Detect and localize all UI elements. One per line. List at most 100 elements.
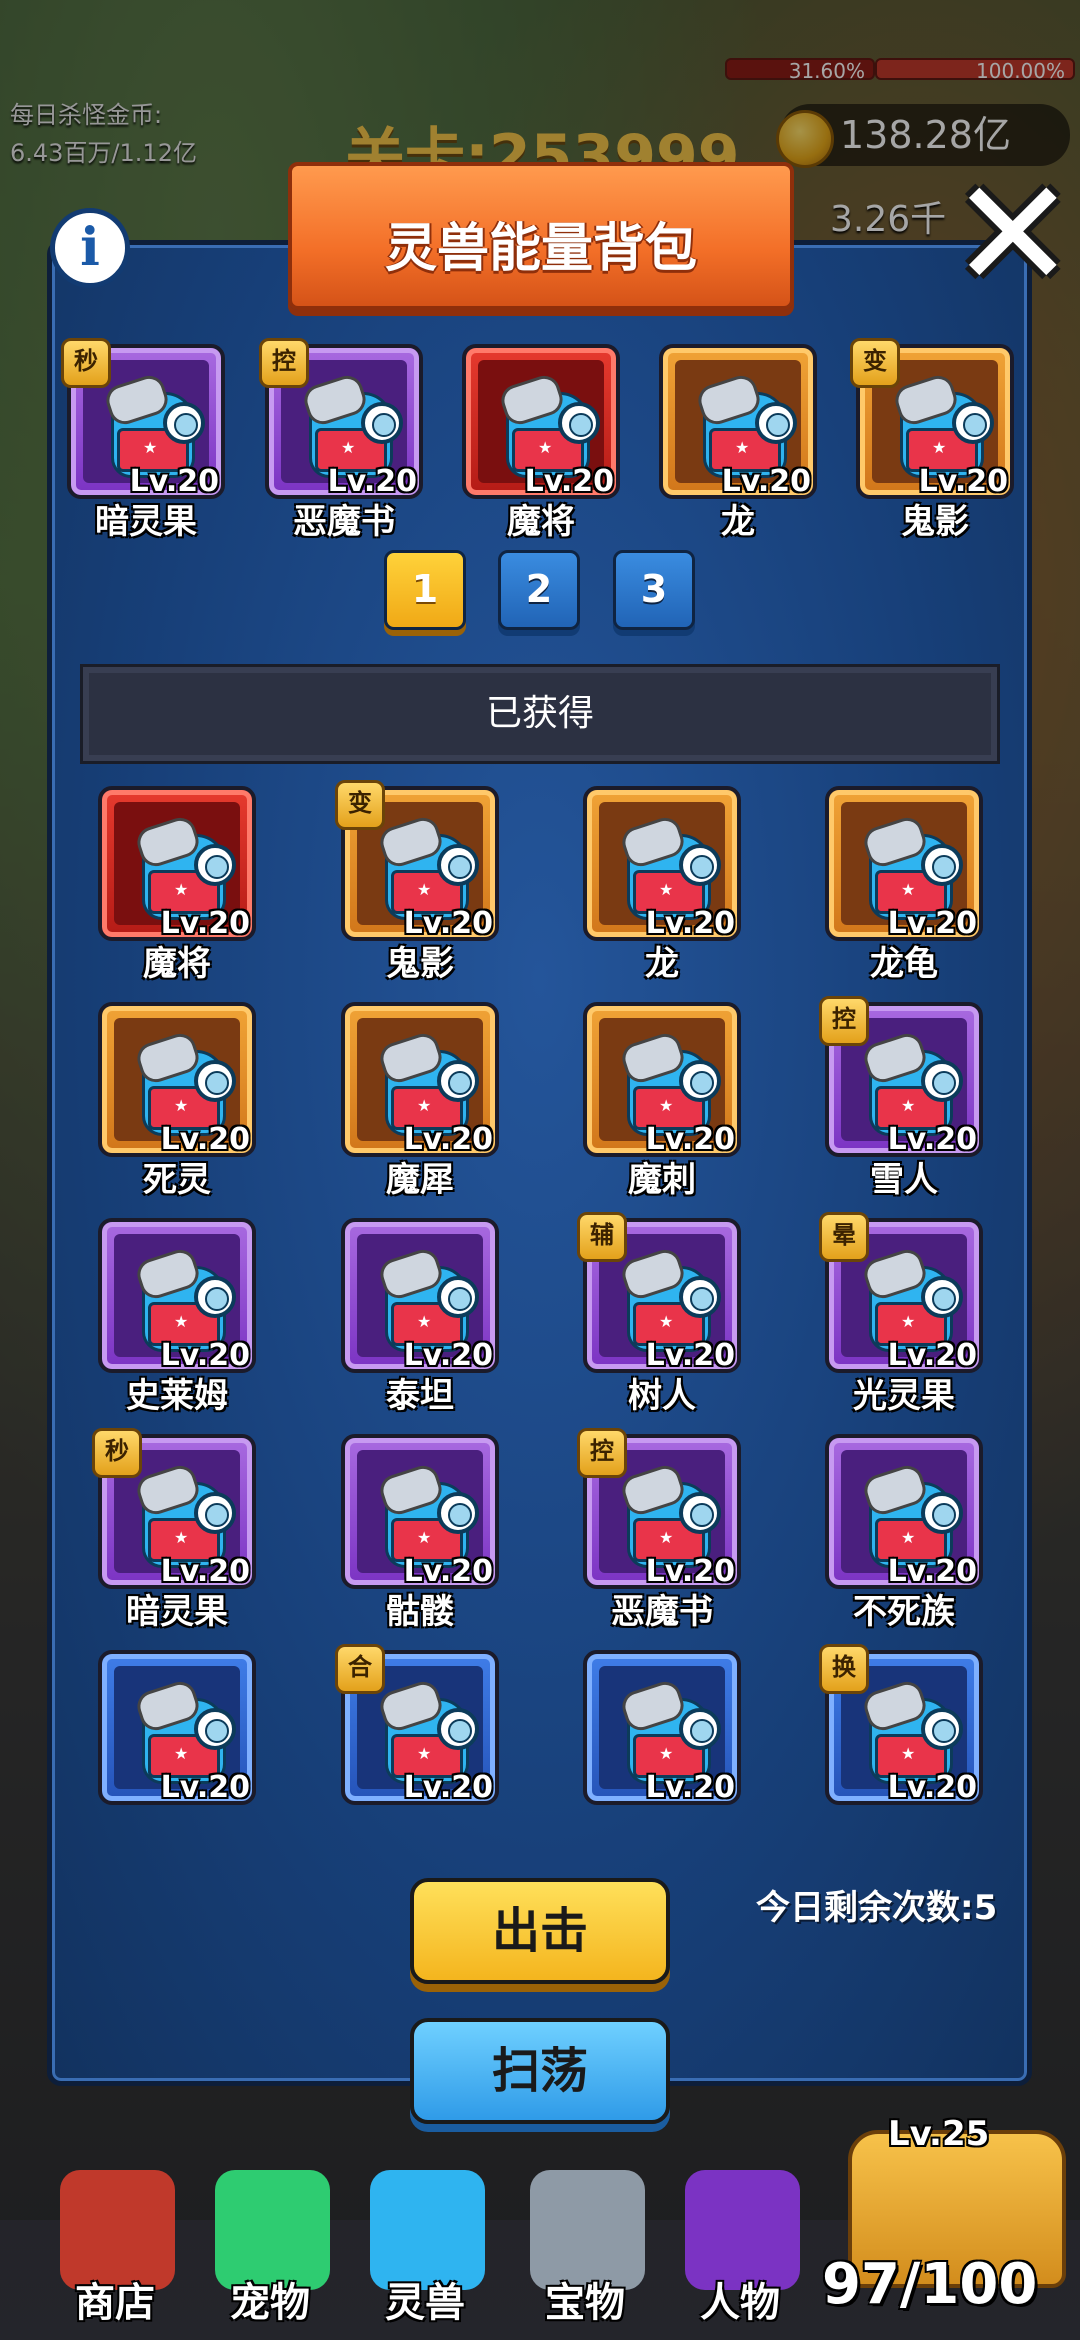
- obtained-beast-name: 光灵果: [853, 1376, 955, 1416]
- obtained-beast-card[interactable]: ★ Lv.20 合: [335, 1644, 499, 1805]
- star-icon: ★: [659, 1312, 674, 1331]
- title-banner: 灵兽能量背包: [288, 162, 794, 310]
- obtained-beast-name: 鬼影: [386, 944, 454, 984]
- obtained-beasts-grid[interactable]: ★ Lv.20 魔将 ★ Lv.20 变鬼影 ★ Lv.20 龙 ★ Lv.20 龙龟 ★ Lv.20 死灵…: [60, 780, 1020, 1810]
- obtained-beast-card[interactable]: ★ Lv.20: [98, 786, 256, 941]
- obtained-beast-card[interactable]: ★ Lv.20 变: [335, 780, 499, 941]
- equipped-beast-card[interactable]: ★ Lv.20 变: [850, 338, 1014, 499]
- obtained-beast-card[interactable]: ★ Lv.20: [341, 1218, 499, 1373]
- eye-icon: [194, 844, 236, 886]
- level-label: Lv.20: [160, 1770, 250, 1805]
- skill-badge: 晕: [819, 1212, 869, 1262]
- star-icon: ★: [901, 880, 916, 899]
- treasure-chest-button[interactable]: Lv.25 97/100: [822, 2100, 1068, 2340]
- nav-spirit-beast[interactable]: 灵兽: [350, 2160, 500, 2340]
- eye-icon: [361, 402, 403, 444]
- equipped-beast-card[interactable]: ★ Lv.20 秒: [61, 338, 225, 499]
- chest-level: Lv.25: [888, 2114, 990, 2154]
- equipped-beast-card[interactable]: ★ Lv.20: [659, 344, 817, 499]
- eye-icon: [437, 844, 479, 886]
- eye-icon: [679, 1492, 721, 1534]
- remaining-attempts: 今日剩余次数:5: [756, 1888, 998, 1928]
- eye-icon: [194, 1492, 236, 1534]
- eye-icon: [558, 402, 600, 444]
- skill-badge: 变: [335, 780, 385, 830]
- eye-icon: [921, 844, 963, 886]
- eye-icon: [437, 1060, 479, 1102]
- obtained-beast-name: 泰坦: [386, 1376, 454, 1416]
- obtained-beast-card[interactable]: ★ Lv.20: [583, 1002, 741, 1157]
- obtained-label: 已获得: [485, 693, 594, 734]
- obtained-beast-card[interactable]: ★ Lv.20 换: [819, 1644, 983, 1805]
- skill-badge: 辅: [577, 1212, 627, 1262]
- obtained-header: 已获得: [80, 664, 1000, 764]
- eye-icon: [194, 1708, 236, 1750]
- equipped-beast-name: 龙: [721, 502, 755, 542]
- star-icon: ★: [735, 438, 750, 457]
- page-button-3[interactable]: 3: [613, 550, 695, 630]
- obtained-beast-card[interactable]: ★ Lv.20 控: [577, 1428, 741, 1589]
- nav-character-book[interactable]: 人物: [665, 2160, 815, 2340]
- obtained-beast-name: 不死族: [853, 1592, 955, 1632]
- skill-badge: 换: [819, 1644, 869, 1694]
- obtained-beast-card[interactable]: ★ Lv.20 辅: [577, 1212, 741, 1373]
- eye-icon: [437, 1276, 479, 1318]
- star-icon: ★: [417, 1096, 432, 1115]
- nav-label: 宝物: [545, 2280, 625, 2326]
- star-icon: ★: [659, 1096, 674, 1115]
- skill-badge: 秒: [61, 338, 111, 388]
- skill-badge: 控: [577, 1428, 627, 1478]
- obtained-beast-card[interactable]: ★ Lv.20: [825, 786, 983, 941]
- eye-icon: [679, 1276, 721, 1318]
- obtained-beast-card[interactable]: ★ Lv.20 控: [819, 996, 983, 1157]
- obtained-beast-card[interactable]: ★ Lv.20: [98, 1002, 256, 1157]
- page-button-1[interactable]: 1: [384, 550, 466, 630]
- level-label: Lv.20: [887, 1770, 977, 1805]
- nav-label: 宠物: [230, 2280, 310, 2326]
- eye-icon: [679, 1060, 721, 1102]
- obtained-beast-card[interactable]: ★ Lv.20: [583, 1650, 741, 1805]
- obtained-beast-name: 魔犀: [386, 1160, 454, 1200]
- sweep-button[interactable]: 扫荡: [410, 2018, 670, 2124]
- attack-button[interactable]: 出击: [410, 1878, 670, 1984]
- close-button[interactable]: ✕: [950, 160, 1076, 310]
- star-icon: ★: [143, 438, 158, 457]
- obtained-beast-card[interactable]: ★ Lv.20: [583, 786, 741, 941]
- obtained-beast-card[interactable]: ★ Lv.20 晕: [819, 1212, 983, 1373]
- page-button-2[interactable]: 2: [498, 550, 580, 630]
- eye-icon: [437, 1492, 479, 1534]
- eye-icon: [921, 1276, 963, 1318]
- obtained-beast-name: 暗灵果: [126, 1592, 228, 1632]
- star-icon: ★: [932, 438, 947, 457]
- info-button[interactable]: i: [50, 208, 130, 288]
- obtained-beast-card[interactable]: ★ Lv.20: [341, 1434, 499, 1589]
- obtained-beast-card[interactable]: ★ Lv.20: [825, 1434, 983, 1589]
- obtained-beast-card[interactable]: ★ Lv.20 秒: [92, 1428, 256, 1589]
- star-icon: ★: [341, 438, 356, 457]
- obtained-beast-card[interactable]: ★ Lv.20: [98, 1650, 256, 1805]
- star-icon: ★: [659, 1744, 674, 1763]
- equipped-beast-card[interactable]: ★ Lv.20 控: [259, 338, 423, 499]
- nav-shop[interactable]: 商店: [40, 2160, 190, 2340]
- equipped-beast-card[interactable]: ★ Lv.20: [462, 344, 620, 499]
- star-icon: ★: [538, 438, 553, 457]
- obtained-beast-card[interactable]: ★ Lv.20: [341, 1002, 499, 1157]
- eye-icon: [194, 1276, 236, 1318]
- eye-icon: [952, 402, 994, 444]
- obtained-beast-name: 魔刺: [628, 1160, 696, 1200]
- eye-icon: [679, 844, 721, 886]
- nav-treasure[interactable]: 宝物: [510, 2160, 660, 2340]
- obtained-beast-name: 死灵: [143, 1160, 211, 1200]
- skill-badge: 秒: [92, 1428, 142, 1478]
- obtained-beast-name: 树人: [628, 1376, 696, 1416]
- obtained-beast-card[interactable]: ★ Lv.20: [98, 1218, 256, 1373]
- eye-icon: [194, 1060, 236, 1102]
- eye-icon: [755, 402, 797, 444]
- skill-badge: 变: [850, 338, 900, 388]
- skill-badge: 合: [335, 1644, 385, 1694]
- level-label: Lv.20: [403, 1770, 493, 1805]
- nav-label: 人物: [700, 2280, 780, 2326]
- nav-pet[interactable]: 宠物: [195, 2160, 345, 2340]
- star-icon: ★: [174, 1528, 189, 1547]
- star-icon: ★: [174, 880, 189, 899]
